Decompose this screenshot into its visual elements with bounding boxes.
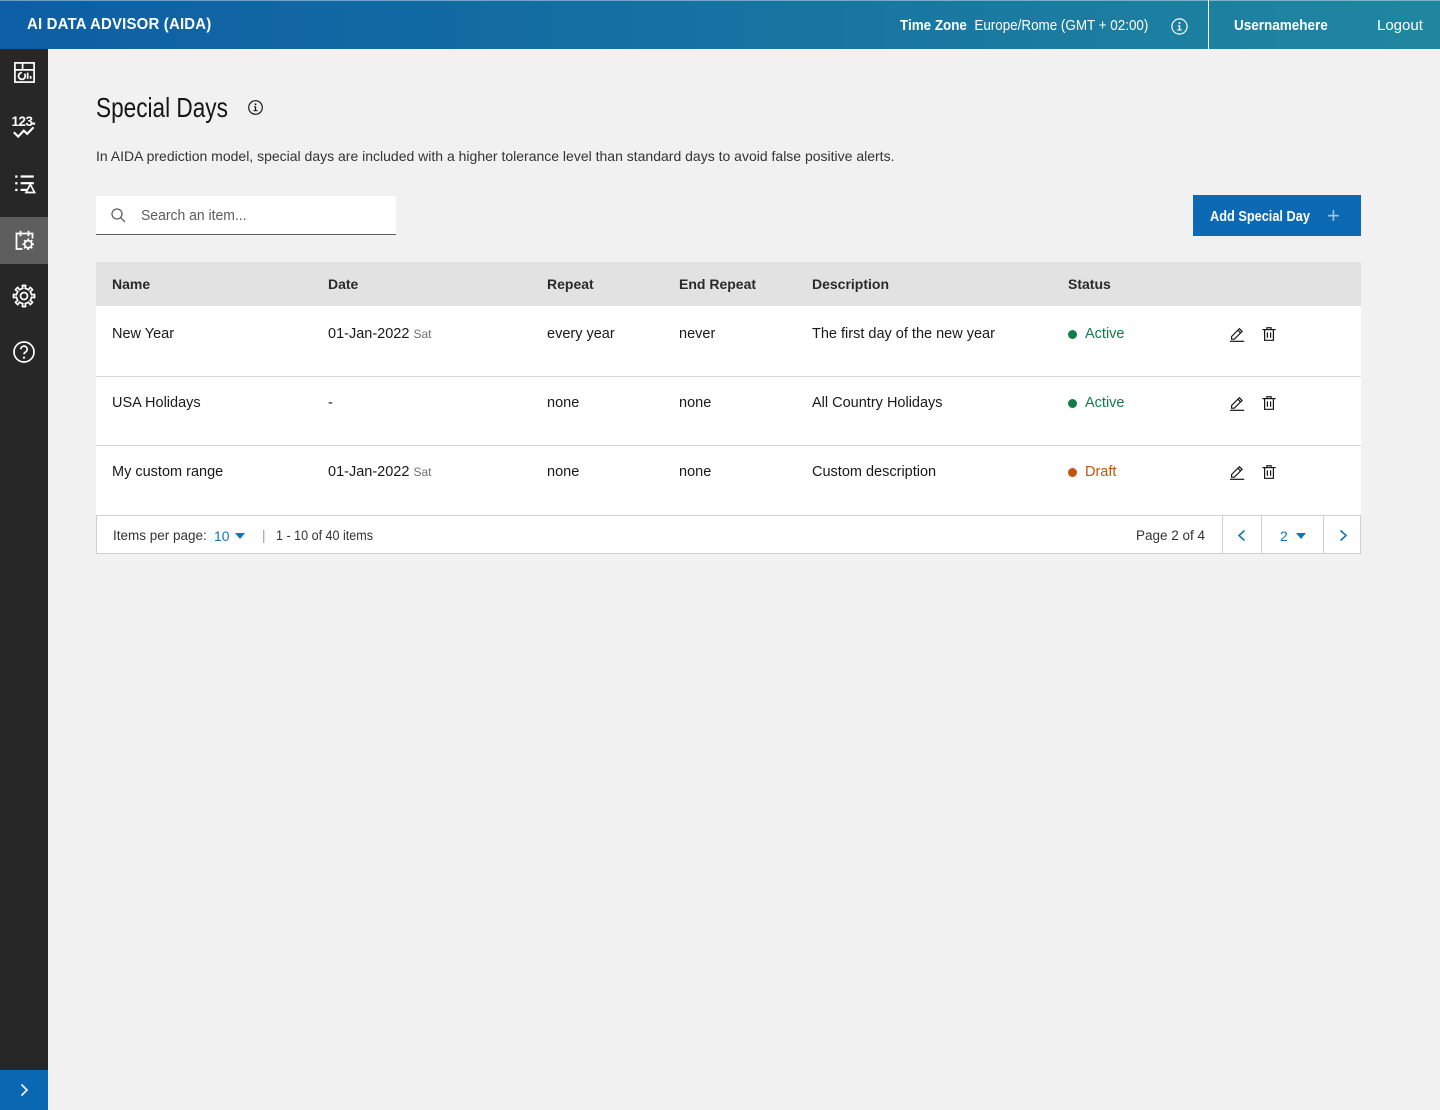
svg-text:123: 123 (12, 115, 34, 129)
